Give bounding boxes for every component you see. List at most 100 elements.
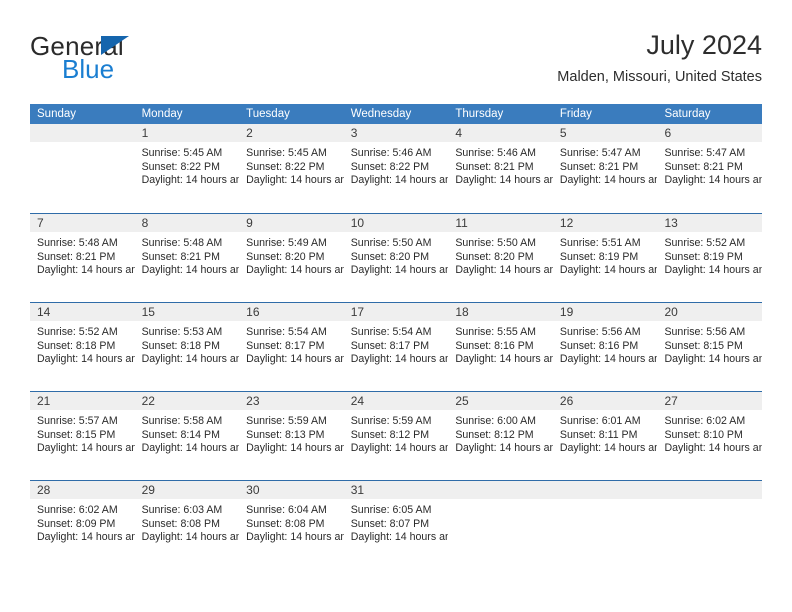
day-number-band xyxy=(448,481,553,499)
calendar-week-row: 14 Sunrise: 5:52 AM Sunset: 8:18 PM Dayligh… xyxy=(30,302,763,391)
calendar-day-cell[interactable]: 20 Sunrise: 5:56 AM Sunset: 8:15 PM Dayligh… xyxy=(657,303,763,391)
sunset-text: Sunset: 8:22 PM xyxy=(246,160,325,173)
calendar-day-cell[interactable]: 2 Sunrise: 5:45 AM Sunset: 8:22 PM Daylight… xyxy=(239,124,344,213)
day-sun-info: Sunrise: 5:51 AM Sunset: 8:19 PM Daylight:… xyxy=(553,232,658,278)
sunrise-text: Sunrise: 5:52 AM xyxy=(664,237,746,249)
daylight-text: Daylight: 14 hours and 23 minutes. xyxy=(246,353,344,366)
day-number-band: 1 xyxy=(134,124,240,142)
day-number: 16 xyxy=(246,305,260,319)
calendar-day-cell[interactable]: 30 Sunrise: 6:04 AM Sunset: 8:08 PM Dayligh… xyxy=(239,481,344,569)
calendar-day-cell[interactable]: 10 Sunrise: 5:50 AM Sunset: 8:20 PM Dayligh… xyxy=(343,214,449,302)
calendar-day-cell[interactable]: 17 Sunrise: 5:54 AM Sunset: 8:17 PM Dayligh… xyxy=(343,303,449,391)
calendar-day-cell[interactable]: 16 Sunrise: 5:54 AM Sunset: 8:17 PM Dayligh… xyxy=(239,303,344,391)
calendar-day-cell[interactable]: 23 Sunrise: 5:59 AM Sunset: 8:13 PM Dayligh… xyxy=(239,392,344,480)
day-number-band: 10 xyxy=(343,214,449,232)
calendar-day-cell[interactable]: 28 Sunrise: 6:02 AM Sunset: 8:09 PM Dayligh… xyxy=(30,481,135,569)
sunrise-text: Sunrise: 5:55 AM xyxy=(455,326,536,338)
logo-text-blue: Blue xyxy=(62,54,115,84)
sunrise-text: Sunrise: 5:54 AM xyxy=(246,326,327,338)
calendar-grid: Sunday Monday Tuesday Wednesday Thursday… xyxy=(30,104,763,569)
day-number-band xyxy=(657,481,763,499)
daylight-text: Daylight: 14 hours and 27 minutes. xyxy=(664,264,763,277)
day-sun-info: Sunrise: 5:50 AM Sunset: 8:20 PM Daylight:… xyxy=(448,232,553,278)
calendar-day-cell[interactable]: 25 Sunrise: 6:00 AM Sunset: 8:12 PM Dayligh… xyxy=(448,392,553,480)
calendar-day-cell[interactable]: 22 Sunrise: 5:58 AM Sunset: 8:14 PM Dayligh… xyxy=(134,392,240,480)
daylight-text: Daylight: 14 hours and 22 minutes. xyxy=(350,353,449,366)
day-sun-info: Sunrise: 5:48 AM Sunset: 8:21 PM Daylight:… xyxy=(135,232,240,278)
sunset-text: Sunset: 8:09 PM xyxy=(37,517,116,530)
day-number-band: 8 xyxy=(134,214,240,232)
day-sun-info: Sunrise: 6:00 AM Sunset: 8:12 PM Daylight:… xyxy=(448,410,553,456)
calendar-day-cell[interactable]: 26 Sunrise: 6:01 AM Sunset: 8:11 PM Dayligh… xyxy=(552,392,658,480)
daylight-text: Daylight: 14 hours and 25 minutes. xyxy=(141,353,240,366)
daylight-text: Daylight: 14 hours and 10 minutes. xyxy=(559,442,658,455)
calendar-day-cell[interactable]: 27 Sunrise: 6:02 AM Sunset: 8:10 PM Dayligh… xyxy=(657,392,763,480)
daylight-text: Daylight: 14 hours and 28 minutes. xyxy=(559,264,658,277)
day-number-band: 23 xyxy=(239,392,344,410)
day-sun-info: Sunrise: 5:57 AM Sunset: 8:15 PM Daylight:… xyxy=(30,410,135,456)
calendar-day-cell[interactable]: 1 Sunrise: 5:45 AM Sunset: 8:22 PM Daylight… xyxy=(134,124,240,213)
calendar-day-cell[interactable]: 13 Sunrise: 5:52 AM Sunset: 8:19 PM Dayligh… xyxy=(657,214,763,302)
sunset-text: Sunset: 8:17 PM xyxy=(350,339,430,352)
sunrise-text: Sunrise: 6:03 AM xyxy=(141,504,223,516)
sunset-text: Sunset: 8:22 PM xyxy=(350,160,430,173)
day-number: 26 xyxy=(559,394,574,408)
calendar-day-cell[interactable]: 12 Sunrise: 5:51 AM Sunset: 8:19 PM Dayligh… xyxy=(552,214,658,302)
day-sun-info: Sunrise: 5:49 AM Sunset: 8:20 PM Daylight:… xyxy=(239,232,344,278)
calendar-page: General Blue July 2024 Malden, Missouri,… xyxy=(0,0,792,612)
daylight-text: Daylight: 14 hours and 35 minutes. xyxy=(455,174,553,187)
weekday-header-sunday: Sunday xyxy=(37,108,77,120)
day-number-band: 2 xyxy=(239,124,344,142)
title-block: July 2024 Malden, Missouri, United State… xyxy=(557,28,762,86)
calendar-day-cell[interactable]: 11 Sunrise: 5:50 AM Sunset: 8:20 PM Dayligh… xyxy=(448,214,553,302)
weekday-header-saturday: Saturday xyxy=(664,108,711,120)
sunrise-text: Sunrise: 5:49 AM xyxy=(246,237,327,249)
sunset-text: Sunset: 8:20 PM xyxy=(350,250,430,263)
sunset-text: Sunset: 8:16 PM xyxy=(559,339,639,352)
page-header: General Blue July 2024 Malden, Missouri,… xyxy=(30,28,762,96)
day-number: 1 xyxy=(141,126,149,140)
day-sun-info: Sunrise: 5:59 AM Sunset: 8:13 PM Daylight:… xyxy=(239,410,344,456)
day-sun-info: Sunrise: 5:47 AM Sunset: 8:21 PM Daylight:… xyxy=(553,142,658,188)
calendar-day-cell[interactable]: 18 Sunrise: 5:55 AM Sunset: 8:16 PM Dayligh… xyxy=(448,303,553,391)
day-number-band: 24 xyxy=(343,392,449,410)
calendar-day-cell[interactable]: 19 Sunrise: 5:56 AM Sunset: 8:16 PM Dayligh… xyxy=(552,303,658,391)
calendar-day-cell[interactable]: 8 Sunrise: 5:48 AM Sunset: 8:21 PM Daylight… xyxy=(134,214,240,302)
sunset-text: Sunset: 8:07 PM xyxy=(350,517,430,530)
sunrise-text: Sunrise: 5:50 AM xyxy=(350,237,432,249)
day-number: 19 xyxy=(559,305,574,319)
sunset-text: Sunset: 8:16 PM xyxy=(455,339,534,352)
day-sun-info: Sunrise: 6:05 AM Sunset: 8:07 PM Daylight:… xyxy=(344,499,449,545)
day-sun-info: Sunrise: 6:04 AM Sunset: 8:08 PM Daylight:… xyxy=(239,499,344,545)
weekday-header-tuesday: Tuesday xyxy=(246,108,290,120)
day-number-band xyxy=(552,481,658,499)
day-number: 6 xyxy=(664,126,672,140)
sunrise-text: Sunrise: 5:57 AM xyxy=(37,415,118,427)
sunset-text: Sunset: 8:18 PM xyxy=(37,339,116,352)
sunset-text: Sunset: 8:22 PM xyxy=(141,160,220,173)
calendar-day-cell[interactable]: 9 Sunrise: 5:49 AM Sunset: 8:20 PM Daylight… xyxy=(239,214,344,302)
day-number: 8 xyxy=(141,216,149,230)
sunset-text: Sunset: 8:21 PM xyxy=(141,250,220,263)
calendar-day-cell[interactable]: 21 Sunrise: 5:57 AM Sunset: 8:15 PM Dayligh… xyxy=(30,392,135,480)
sunrise-text: Sunrise: 5:46 AM xyxy=(350,147,432,159)
calendar-day-cell[interactable]: 14 Sunrise: 5:52 AM Sunset: 8:18 PM Dayligh… xyxy=(30,303,135,391)
calendar-day-cell[interactable]: 31 Sunrise: 6:05 AM Sunset: 8:07 PM Dayligh… xyxy=(343,481,449,569)
day-sun-info: Sunrise: 5:54 AM Sunset: 8:17 PM Daylight:… xyxy=(239,321,344,367)
calendar-day-cell[interactable]: 7 Sunrise: 5:48 AM Sunset: 8:21 PM Daylight… xyxy=(30,214,135,302)
calendar-day-cell[interactable]: 3 Sunrise: 5:46 AM Sunset: 8:22 PM Daylight… xyxy=(343,124,449,213)
calendar-day-cell[interactable]: 29 Sunrise: 6:03 AM Sunset: 8:08 PM Dayligh… xyxy=(134,481,240,569)
sunset-text: Sunset: 8:15 PM xyxy=(664,339,743,352)
calendar-day-cell[interactable]: 24 Sunrise: 5:59 AM Sunset: 8:12 PM Dayligh… xyxy=(343,392,449,480)
calendar-day-cell[interactable]: 5 Sunrise: 5:47 AM Sunset: 8:21 PM Daylight… xyxy=(552,124,658,213)
calendar-day-cell[interactable]: 4 Sunrise: 5:46 AM Sunset: 8:21 PM Daylight… xyxy=(448,124,553,213)
calendar-day-cell[interactable]: 15 Sunrise: 5:53 AM Sunset: 8:18 PM Dayligh… xyxy=(134,303,240,391)
general-blue-logo[interactable]: General Blue xyxy=(30,32,230,88)
day-number: 2 xyxy=(246,126,253,140)
daylight-text: Daylight: 14 hours and 29 minutes. xyxy=(455,264,553,277)
daylight-text: Daylight: 14 hours and 35 minutes. xyxy=(350,174,449,187)
sunrise-text: Sunrise: 5:46 AM xyxy=(455,147,536,159)
calendar-day-cell[interactable]: 6 Sunrise: 5:47 AM Sunset: 8:21 PM Daylight… xyxy=(657,124,763,213)
day-number-band: 7 xyxy=(30,214,135,232)
day-number-band: 4 xyxy=(448,124,553,142)
